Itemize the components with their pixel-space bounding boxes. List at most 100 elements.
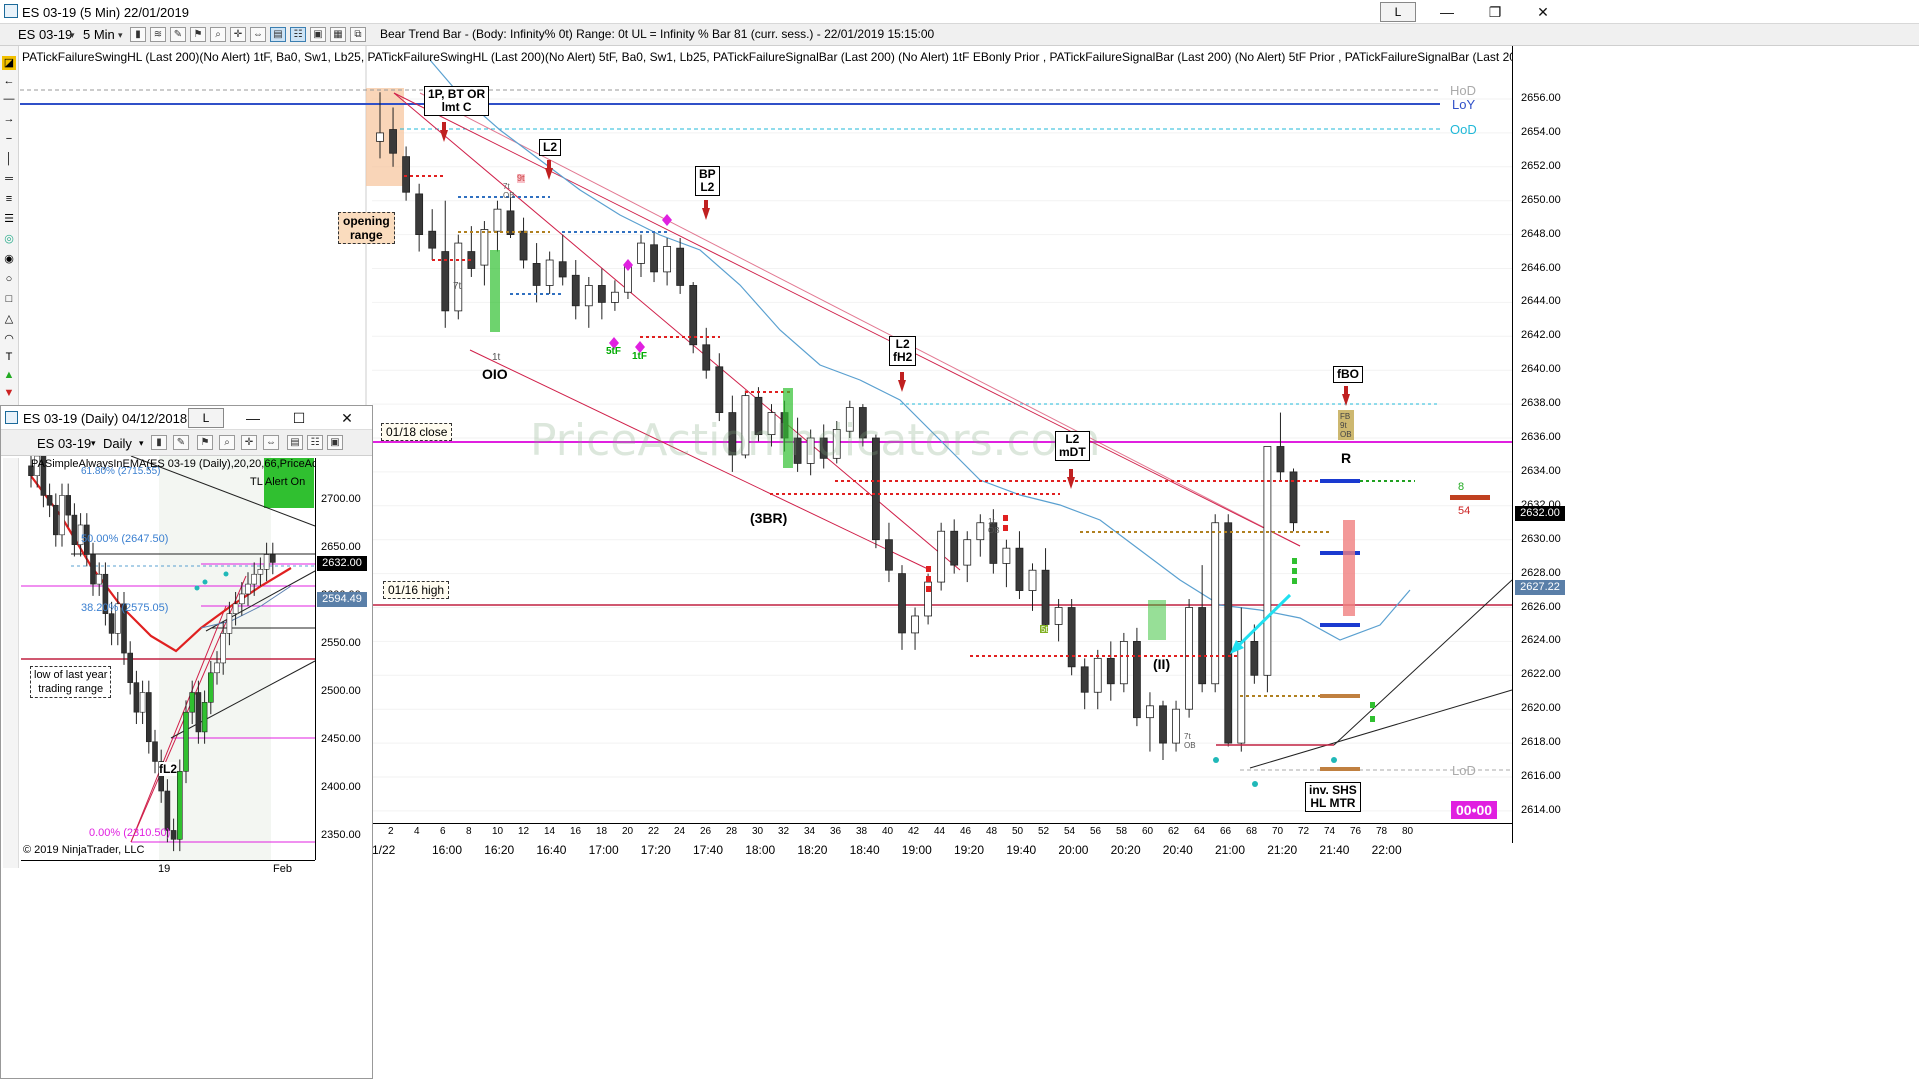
bar-number-tick: 40 xyxy=(882,826,894,837)
time-tick: 18:00 xyxy=(745,843,776,857)
time-tick: 16:20 xyxy=(484,843,515,857)
high-0116-label: 01/16 high xyxy=(383,581,450,599)
bull-candle xyxy=(493,208,502,232)
daily-bear-candle xyxy=(146,692,152,743)
bar-number-tick: 32 xyxy=(778,826,790,837)
daily-close-button[interactable]: ✕ xyxy=(327,406,367,430)
bear-candle xyxy=(650,244,658,273)
oio-label: OIO xyxy=(482,366,508,382)
bar-number-tick: 76 xyxy=(1350,826,1362,837)
daily-link-button[interactable]: L xyxy=(188,408,224,428)
current-price-tag: 2632.00 xyxy=(1515,506,1565,521)
bear-candle xyxy=(885,539,893,571)
time-tick: 21:00 xyxy=(1215,843,1246,857)
time-tick: 21:40 xyxy=(1319,843,1350,857)
bar-number-tick: 6 xyxy=(440,826,446,837)
daily-instrument-dropdown-icon[interactable]: ▾ xyxy=(91,438,96,449)
bear-candle xyxy=(571,274,580,307)
l2-label-a: L2 xyxy=(539,139,562,156)
t5-label: 5t xyxy=(1041,625,1048,634)
time-tick: 21:20 xyxy=(1267,843,1298,857)
daily-snapshot-icon[interactable]: ▣ xyxy=(327,435,343,450)
t7-label: 7t xyxy=(453,281,462,292)
daily-bull-candle xyxy=(226,613,233,634)
daily-databox-icon[interactable]: ▤ xyxy=(287,435,303,450)
fib-618-label: 61.80% (2715.55) xyxy=(81,466,161,477)
price-tick: 2618.00 xyxy=(1521,736,1561,749)
bar-number-tick: 18 xyxy=(596,826,608,837)
daily-crosshair-icon[interactable]: ✛ xyxy=(241,435,257,450)
bull-candle xyxy=(963,539,972,566)
bar-number-tick: 36 xyxy=(830,826,842,837)
bull-candle xyxy=(663,246,671,273)
bar-number-tick: 30 xyxy=(752,826,764,837)
price-axis[interactable]: 2656.00 2654.00 2652.00 2650.00 2648.00 2646.… xyxy=(1512,46,1568,843)
time-tick: 1/22 xyxy=(372,843,396,857)
bar-number-tick: 2 xyxy=(388,826,394,837)
price-tick: 2648.00 xyxy=(1521,227,1561,240)
daily-maximize-button[interactable]: ☐ xyxy=(279,406,319,430)
bar-number-tick: 64 xyxy=(1194,826,1206,837)
time-axis[interactable]: 2 4 6 8 10 12 14 16 18 20 22 24 26 28 30 32 34 36 38 40 42 44… xyxy=(372,823,1512,859)
bar-number-tick: 34 xyxy=(804,826,816,837)
daily-bear-candle xyxy=(133,682,140,713)
bar-number-tick: 74 xyxy=(1324,826,1336,837)
bar-number-tick: 38 xyxy=(856,826,868,837)
bear-candle xyxy=(1198,607,1207,685)
daily-price-axis[interactable]: 2700.002650.002600.002550.002500.002450.… xyxy=(315,458,372,860)
daily-props-icon[interactable]: ☷ xyxy=(307,435,323,450)
daily-bull-candle xyxy=(239,593,245,605)
bar-number-tick: 48 xyxy=(986,826,998,837)
watermark-text: PriceActionIndicators.com xyxy=(530,415,1101,466)
bull-candle xyxy=(937,530,946,583)
daily-time-axis[interactable]: 19 Feb xyxy=(21,860,315,880)
daily-bars-icon[interactable]: ▮ xyxy=(151,435,167,450)
fbo-label: fBO xyxy=(1333,366,1363,383)
daily-bull-candle xyxy=(214,662,220,674)
time-tick: 19:00 xyxy=(901,843,932,857)
price-tick: 2622.00 xyxy=(1521,668,1561,681)
daily-bull-candle xyxy=(232,603,239,614)
bear-candle xyxy=(898,573,906,634)
price-tick: 2644.00 xyxy=(1521,295,1561,308)
bear-candle xyxy=(558,261,567,278)
daily-bear-candle xyxy=(65,495,71,516)
loy-label: LoY xyxy=(1452,97,1476,112)
daily-chart-window[interactable]: ES 03-19 (Daily) 04/12/2018 L — ☐ ✕ ES 0… xyxy=(0,405,373,1079)
t1f-label: 1tF xyxy=(632,351,647,362)
daily-instrument-selector[interactable]: ES 03-19 xyxy=(37,436,91,451)
time-tick: 22:00 xyxy=(1371,843,1402,857)
bar-number-tick: 20 xyxy=(622,826,634,837)
ema-price-tag: 2627.22 xyxy=(1515,580,1565,595)
daily-minimize-button[interactable]: — xyxy=(233,406,273,430)
price-tick: 2614.00 xyxy=(1521,803,1561,816)
daily-strategies-icon[interactable]: ⚑ xyxy=(197,435,213,450)
bar-number-tick: 52 xyxy=(1038,826,1050,837)
time-tick: 19:40 xyxy=(1006,843,1037,857)
daily-price-tick: 2650.00 xyxy=(321,541,361,553)
bull-candle xyxy=(1002,547,1011,564)
time-tick: 17:20 xyxy=(640,843,671,857)
price-tick: 2650.00 xyxy=(1521,193,1561,206)
time-tick: 20:20 xyxy=(1110,843,1141,857)
price-tick: 2616.00 xyxy=(1521,770,1561,782)
daily-ema-tag: 2594.49 xyxy=(317,592,367,607)
bear-candle xyxy=(519,230,528,261)
bear-candle xyxy=(1159,705,1167,744)
bear-candle xyxy=(1276,446,1285,473)
bear-candle xyxy=(1133,641,1141,719)
daily-bear-candle xyxy=(152,741,158,762)
bull-candle xyxy=(1211,522,1220,685)
bull-candle xyxy=(976,522,985,541)
daily-move-icon[interactable]: ⇔ xyxy=(263,435,279,450)
daily-draw-icon[interactable]: ✎ xyxy=(173,435,189,450)
daily-zoom-icon[interactable]: ⌕ xyxy=(219,435,235,450)
daily-interval-dropdown-icon[interactable]: ▾ xyxy=(139,438,144,449)
bull-candle xyxy=(1237,641,1246,744)
t7-ob-label-2: 7t OB xyxy=(1184,732,1196,750)
daily-bear-candle xyxy=(195,692,202,733)
daily-bear-candle xyxy=(71,514,78,545)
time-tick: 17:40 xyxy=(693,843,724,857)
daily-interval-selector[interactable]: Daily xyxy=(103,436,132,451)
daily-toolbar: ES 03-19 ▾ Daily ▾ ▮ ✎ ⚑ ⌕ ✛ ⇔ ▤ ☷ ▣ xyxy=(1,430,372,456)
